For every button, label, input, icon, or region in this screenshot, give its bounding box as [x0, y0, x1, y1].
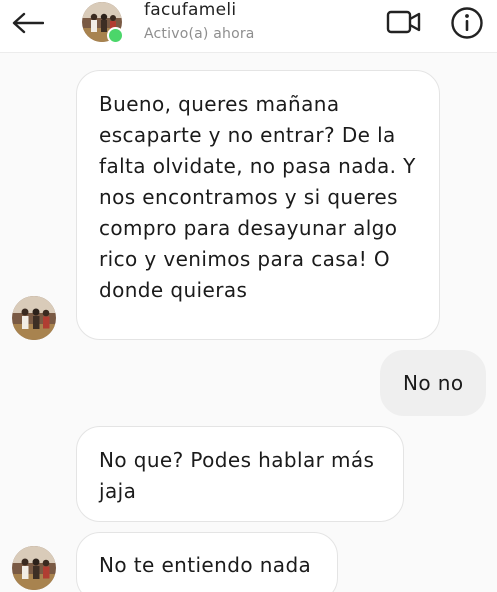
chat-header: facufameli Activo(a) ahora [0, 0, 497, 53]
online-status-dot [107, 27, 124, 44]
video-call-button[interactable] [384, 6, 424, 38]
sender-avatar[interactable] [12, 296, 56, 340]
message-outgoing[interactable]: No no [380, 350, 486, 416]
video-camera-icon [386, 10, 421, 34]
message-incoming[interactable]: No que? Podes hablar más jaja [76, 426, 404, 522]
message-text: Bueno, queres mañana escaparte y no entr… [99, 92, 416, 302]
message-text: No que? Podes hablar más jaja [99, 448, 375, 503]
message-incoming[interactable]: No te entiendo nada [76, 532, 338, 592]
contact-avatar[interactable] [82, 2, 124, 44]
chat-screen: facufameli Activo(a) ahora Bueno, queres… [0, 0, 497, 592]
sender-avatar[interactable] [12, 546, 56, 590]
message-text: No te entiendo nada [99, 553, 312, 577]
back-button[interactable] [8, 6, 48, 40]
message-text: No no [403, 371, 464, 395]
info-circle-icon [451, 7, 483, 39]
active-status: Activo(a) ahora [144, 26, 255, 42]
arrow-left-icon [12, 12, 44, 34]
contact-username[interactable]: facufameli [144, 0, 236, 20]
info-button[interactable] [448, 4, 486, 42]
message-incoming[interactable]: Bueno, queres mañana escaparte y no entr… [76, 70, 440, 340]
